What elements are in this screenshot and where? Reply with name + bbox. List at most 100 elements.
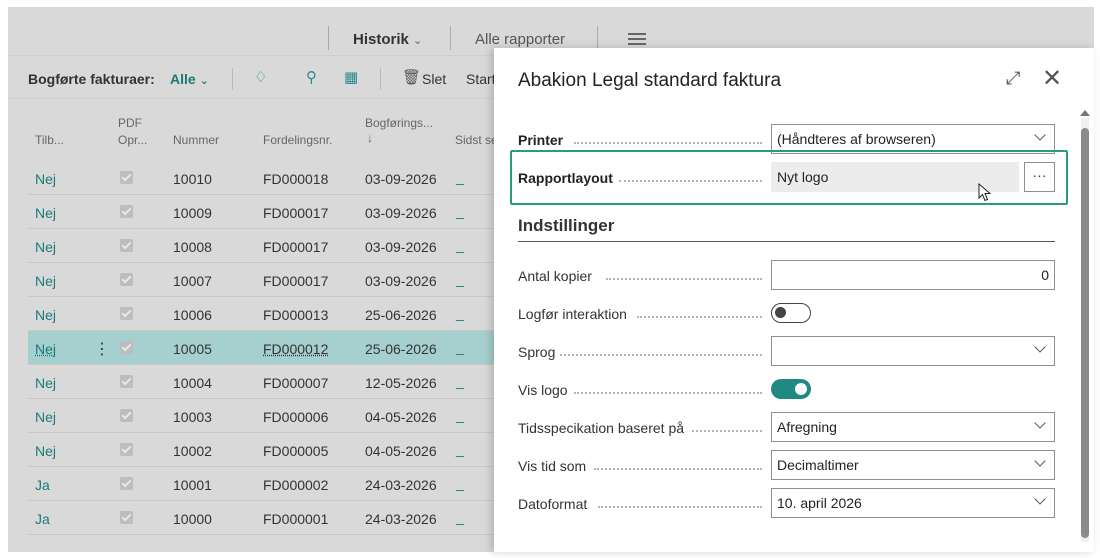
cell-sidst-sendt: _ <box>456 305 464 321</box>
show-time-label: Vis tid som <box>518 458 587 474</box>
cell-tilbageført[interactable]: Nej <box>35 273 56 289</box>
search-icon[interactable]: ⚲ <box>306 69 324 87</box>
table-row[interactable]: Nej 10003 FD000006 04-05-2026 _ <box>28 399 498 433</box>
column-header-pdf-sub: Opr... <box>118 133 148 147</box>
expand-icon[interactable]: ⤢ <box>1006 68 1020 89</box>
menu-icon[interactable] <box>628 33 646 45</box>
cell-sidst-sendt: _ <box>456 509 464 525</box>
cell-tilbageført[interactable]: Ja <box>35 511 50 527</box>
chevron-down-icon <box>1034 341 1046 353</box>
cell-tilbageført[interactable]: Nej <box>35 239 56 255</box>
table-row[interactable]: Nej 10010 FD000018 03-09-2026 _ <box>28 161 498 195</box>
nav-all-reports[interactable]: Alle rapporter <box>475 31 565 48</box>
filter-view-label: Alle <box>170 71 196 87</box>
show-logo-toggle[interactable] <box>771 379 811 399</box>
cell-nummer: 10010 <box>173 171 212 187</box>
cell-fordelingsnr: FD000018 <box>263 171 329 187</box>
filter-options-icon[interactable]: ♢ <box>254 69 272 87</box>
list-layout-icon[interactable]: ▦ <box>344 69 362 87</box>
table-row[interactable]: Nej 10009 FD000017 03-09-2026 _ <box>28 195 498 229</box>
nav-history[interactable]: Historik ⌄ <box>353 31 422 48</box>
cell-tilbageført[interactable]: Nej <box>35 375 56 391</box>
cell-nummer: 10005 <box>173 341 212 357</box>
show-time-select[interactable]: Decimaltimer <box>771 450 1055 480</box>
table-row[interactable]: Nej 10004 FD000007 12-05-2026 _ <box>28 365 498 399</box>
log-interaction-toggle[interactable] <box>771 303 811 323</box>
copies-input[interactable]: 0 <box>771 260 1055 290</box>
cell-bogforingsdato: 25-06-2026 <box>365 307 437 323</box>
cell-bogforingsdato: 04-05-2026 <box>365 443 437 459</box>
cell-tilbageført[interactable]: Nej <box>35 443 56 459</box>
time-spec-select[interactable]: Afregning <box>771 412 1055 442</box>
more-options-button[interactable]: ··· <box>1024 162 1055 192</box>
cell-tilbageført[interactable]: Nej <box>35 307 56 323</box>
cell-nummer: 10008 <box>173 239 212 255</box>
cell-fordelingsnr: FD000005 <box>263 443 329 459</box>
column-header-bogforingsdato[interactable]: Bogførings... <box>365 115 433 131</box>
cell-bogforingsdato: 24-03-2026 <box>365 511 437 527</box>
nav-separator <box>450 26 451 50</box>
nav-separator <box>597 26 598 50</box>
pdf-created-checkbox <box>120 511 133 524</box>
dialog-scrollbar[interactable] <box>1081 118 1089 542</box>
cell-bogforingsdato: 25-06-2026 <box>365 341 437 357</box>
cell-sidst-sendt: _ <box>456 441 464 457</box>
cell-tilbageført[interactable]: Nej <box>35 409 56 425</box>
leader-dots <box>637 316 762 318</box>
cell-fordelingsnr: FD000007 <box>263 375 329 391</box>
column-header-tilb[interactable]: Tilb... <box>35 132 64 148</box>
chevron-down-icon: ⌄ <box>413 35 423 47</box>
cell-sidst-sendt: _ <box>456 237 464 253</box>
cell-tilbageført[interactable]: Nej <box>35 341 56 357</box>
start-button[interactable]: Start <box>466 71 496 87</box>
list-caption: Bogførte fakturaer: <box>28 71 155 87</box>
column-header-nummer[interactable]: Nummer <box>173 132 219 148</box>
scroll-up-icon[interactable] <box>1080 110 1090 116</box>
leader-dots <box>692 430 762 432</box>
leader-dots <box>598 506 762 508</box>
nav-history-label: Historik <box>353 31 409 48</box>
table-row[interactable]: Nej 10002 FD000005 04-05-2026 _ <box>28 433 498 467</box>
leader-dots <box>594 468 762 470</box>
cell-bogforingsdato: 03-09-2026 <box>365 239 437 255</box>
cell-tilbageført[interactable]: Nej <box>35 171 56 187</box>
filter-view-dropdown[interactable]: Alle ⌄ <box>170 71 209 87</box>
cell-nummer: 10009 <box>173 205 212 221</box>
cell-tilbageført[interactable]: Nej <box>35 205 56 221</box>
chevron-down-icon <box>1034 129 1046 141</box>
toggle-knob <box>795 383 807 395</box>
table-row[interactable]: Nej 10007 FD000017 03-09-2026 _ <box>28 263 498 297</box>
chevron-down-icon <box>1034 455 1046 467</box>
table-row[interactable]: Ja 10001 FD000002 24-03-2026 _ <box>28 467 498 501</box>
cell-tilbageført[interactable]: Ja <box>35 477 50 493</box>
table-row[interactable]: Ja 10000 FD000001 24-03-2026 _ <box>28 501 498 535</box>
toggle-knob <box>775 307 786 318</box>
cell-sidst-sendt: _ <box>456 271 464 287</box>
table-row[interactable]: Nej ⋮ 10005 FD000012 25-06-2026 _ <box>28 331 498 365</box>
column-header-sidst-sendt[interactable]: Sidst se <box>455 132 498 148</box>
chevron-down-icon: ⌄ <box>199 75 209 87</box>
pdf-created-checkbox <box>120 409 133 422</box>
column-header-pdf[interactable]: PDF <box>118 115 142 131</box>
column-header-fordelingsnr[interactable]: Fordelingsnr. <box>263 132 332 148</box>
cell-bogforingsdato: 03-09-2026 <box>365 273 437 289</box>
row-actions-icon[interactable]: ⋮ <box>94 339 110 359</box>
report-layout-label: Rapportlayout <box>518 170 613 186</box>
cell-bogforingsdato: 04-05-2026 <box>365 409 437 425</box>
pdf-created-checkbox <box>120 375 133 388</box>
scrollbar-thumb[interactable] <box>1081 128 1089 538</box>
pdf-created-checkbox <box>120 443 133 456</box>
trash-icon[interactable]: 🗑 <box>402 69 421 87</box>
printer-label: Printer <box>518 132 564 148</box>
cell-sidst-sendt: _ <box>456 475 464 491</box>
nav-separator <box>328 26 329 50</box>
date-format-select[interactable]: 10. april 2026 <box>771 488 1055 518</box>
table-row[interactable]: Nej 10008 FD000017 03-09-2026 _ <box>28 229 498 263</box>
time-spec-label: Tidsspecikation baseret på <box>518 420 685 436</box>
cell-fordelingsnr: FD000013 <box>263 307 329 323</box>
delete-button[interactable]: Slet <box>422 71 446 87</box>
cell-bogforingsdato: 03-09-2026 <box>365 205 437 221</box>
table-row[interactable]: Nej 10006 FD000013 25-06-2026 _ <box>28 297 498 331</box>
language-select[interactable] <box>771 336 1055 366</box>
close-icon[interactable]: ✕ <box>1042 64 1062 93</box>
